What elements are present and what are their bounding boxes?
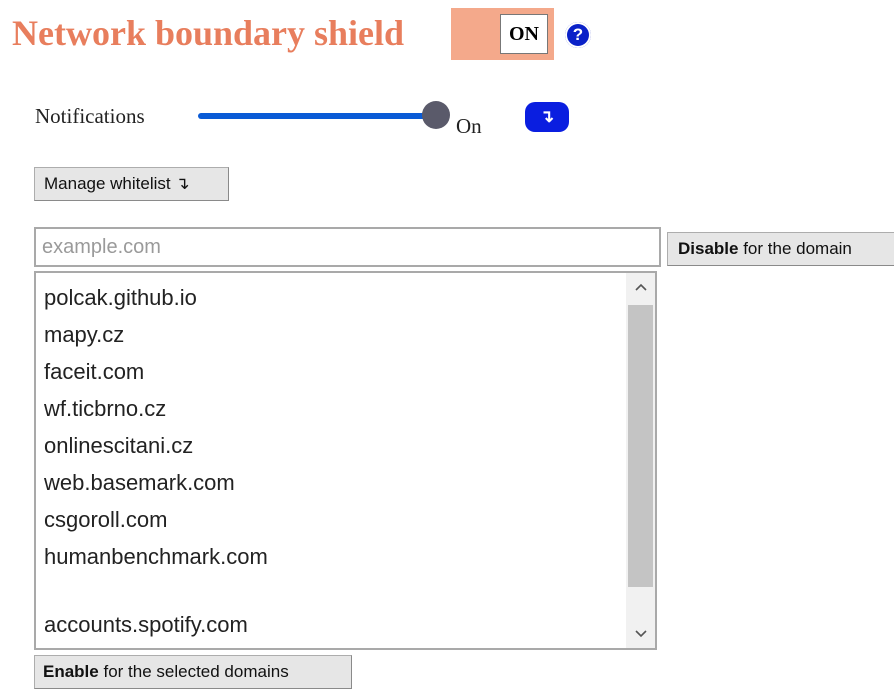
list-item[interactable]: csgoroll.com xyxy=(44,507,167,533)
list-item[interactable]: accounts.spotify.com xyxy=(44,612,248,638)
disable-for-domain-button[interactable]: Disable for the domain xyxy=(667,232,894,266)
disable-button-rest: for the domain xyxy=(738,239,852,258)
shield-toggle-label[interactable]: ON xyxy=(500,14,548,54)
question-circle-icon[interactable]: ? xyxy=(565,22,591,48)
shield-toggle[interactable]: ON xyxy=(451,8,554,60)
return-arrow-icon[interactable]: ↴ xyxy=(525,102,569,132)
disable-button-bold: Disable xyxy=(678,239,739,258)
list-item[interactable]: mapy.cz xyxy=(44,322,124,348)
notifications-label: Notifications xyxy=(35,104,145,128)
list-item[interactable]: faceit.com xyxy=(44,359,144,385)
chevron-down-icon[interactable] xyxy=(626,620,655,648)
enable-button-rest: for the selected domains xyxy=(98,662,289,681)
notifications-value: On xyxy=(456,114,482,138)
whitelist-domain-list[interactable]: polcak.github.io mapy.cz faceit.com wf.t… xyxy=(34,271,657,650)
list-item[interactable]: wf.ticbrno.cz xyxy=(44,396,166,422)
list-item[interactable]: polcak.github.io xyxy=(44,285,197,311)
page-title: Network boundary shield xyxy=(12,13,405,53)
list-item[interactable]: web.basemark.com xyxy=(44,470,235,496)
list-scrollbar-thumb[interactable] xyxy=(628,305,653,587)
manage-whitelist-button[interactable]: Manage whitelist ↴ xyxy=(34,167,229,201)
enable-button-bold: Enable xyxy=(43,662,99,681)
chevron-up-icon[interactable] xyxy=(626,273,655,301)
notifications-slider-track[interactable] xyxy=(198,113,434,119)
list-item[interactable]: onlinescitani.cz xyxy=(44,433,193,459)
domain-input[interactable] xyxy=(34,227,661,267)
list-item[interactable]: humanbenchmark.com xyxy=(44,544,268,570)
notifications-slider-thumb[interactable] xyxy=(422,101,450,129)
